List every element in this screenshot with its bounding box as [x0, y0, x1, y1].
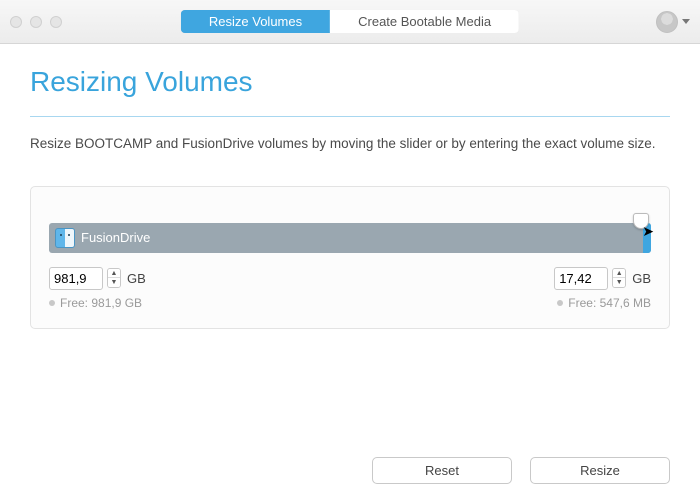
volume-label: FusionDrive — [55, 223, 150, 253]
reset-button[interactable]: Reset — [372, 457, 512, 484]
left-size-stepper[interactable]: ▲ ▼ — [107, 268, 121, 288]
stepper-down-icon[interactable]: ▼ — [613, 278, 625, 287]
content-area: Resizing Volumes Resize BOOTCAMP and Fus… — [0, 44, 700, 339]
stepper-up-icon[interactable]: ▲ — [108, 269, 120, 278]
avatar-icon — [656, 11, 678, 33]
footer-buttons: Reset Resize — [372, 457, 670, 484]
divider — [30, 116, 670, 117]
minimize-window-button[interactable] — [30, 16, 42, 28]
bullet-icon — [557, 300, 563, 306]
page-title: Resizing Volumes — [30, 66, 670, 98]
right-size-stepper[interactable]: ▲ ▼ — [612, 268, 626, 288]
right-free-space: Free: 547,6 MB — [557, 296, 651, 310]
size-row: ▲ ▼ GB Free: 981,9 GB ▲ ▼ GB — [49, 267, 651, 310]
stepper-down-icon[interactable]: ▼ — [108, 278, 120, 287]
chevron-down-icon — [682, 19, 690, 24]
tab-create-bootable-media[interactable]: Create Bootable Media — [330, 10, 519, 33]
left-size-group: ▲ ▼ GB Free: 981,9 GB — [49, 267, 146, 310]
slider-handle[interactable] — [633, 213, 649, 229]
right-size-unit: GB — [632, 271, 651, 286]
window-controls — [10, 16, 62, 28]
volume-name: FusionDrive — [81, 230, 150, 245]
left-free-space: Free: 981,9 GB — [49, 296, 146, 310]
titlebar: Resize Volumes Create Bootable Media — [0, 0, 700, 44]
user-menu[interactable] — [656, 11, 690, 33]
left-free-text: Free: 981,9 GB — [60, 296, 142, 310]
left-size-input[interactable] — [49, 267, 103, 290]
volume-panel: FusionDrive ➤ ▲ ▼ GB Free: 981,9 GB — [30, 186, 670, 329]
volume-slider[interactable]: FusionDrive ➤ — [49, 223, 651, 253]
instruction-text: Resize BOOTCAMP and FusionDrive volumes … — [30, 135, 670, 154]
tab-resize-volumes[interactable]: Resize Volumes — [181, 10, 330, 33]
stepper-up-icon[interactable]: ▲ — [613, 269, 625, 278]
right-size-input[interactable] — [554, 267, 608, 290]
resize-button[interactable]: Resize — [530, 457, 670, 484]
finder-icon — [55, 228, 75, 248]
close-window-button[interactable] — [10, 16, 22, 28]
zoom-window-button[interactable] — [50, 16, 62, 28]
left-size-unit: GB — [127, 271, 146, 286]
mode-tabs: Resize Volumes Create Bootable Media — [181, 10, 519, 33]
right-size-group: ▲ ▼ GB Free: 547,6 MB — [554, 267, 651, 310]
bullet-icon — [49, 300, 55, 306]
right-free-text: Free: 547,6 MB — [568, 296, 651, 310]
